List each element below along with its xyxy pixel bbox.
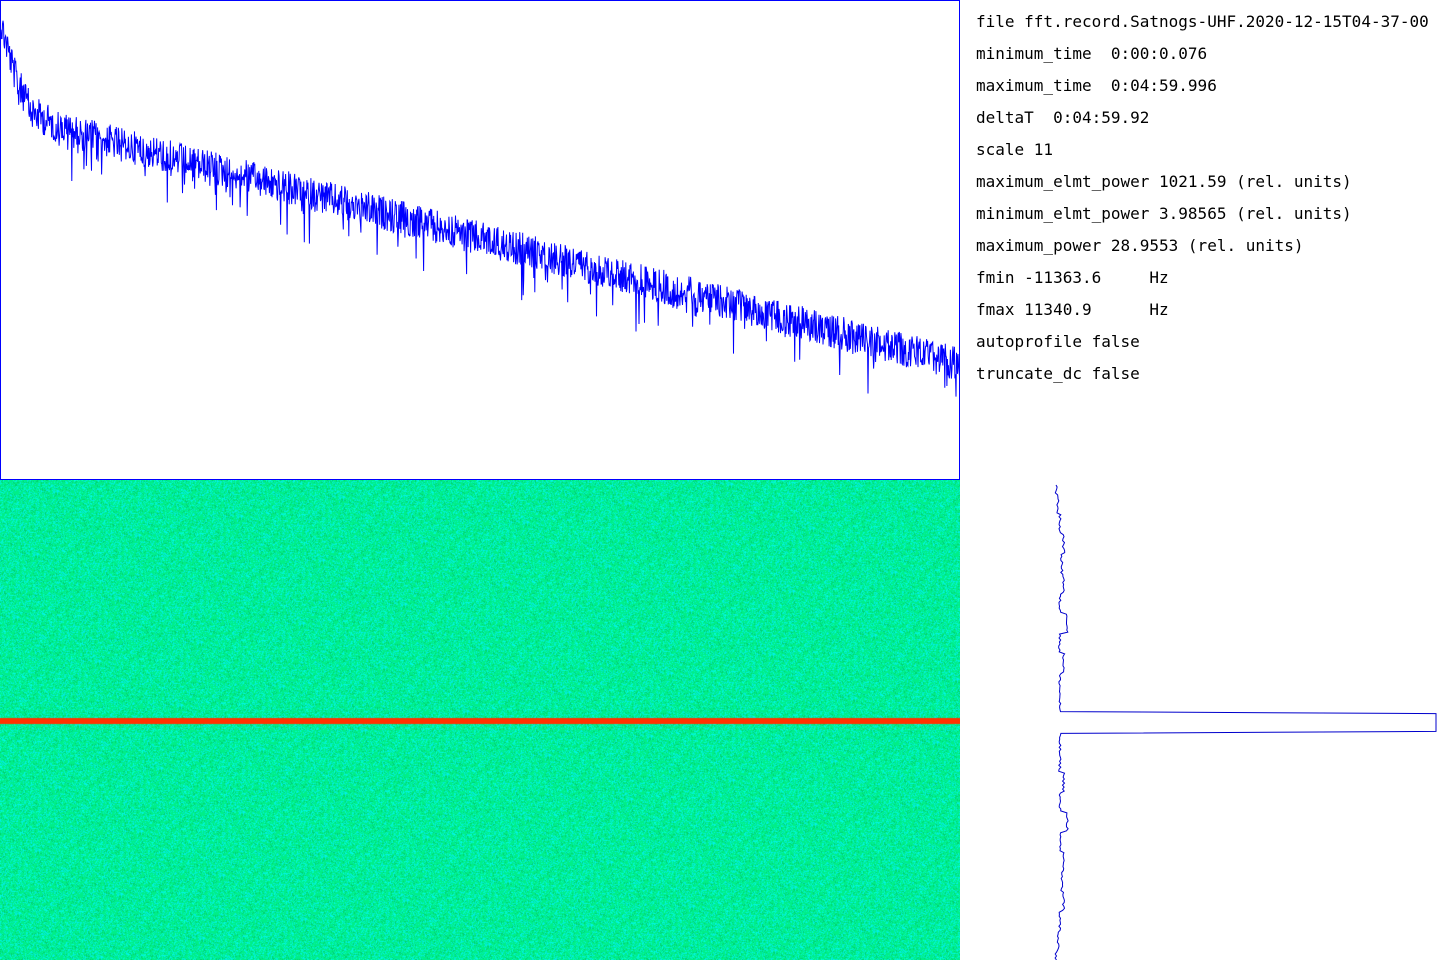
info-file: file fft.record.Satnogs-UHF.2020-12-15T0… bbox=[976, 12, 1429, 31]
spectrum-svg bbox=[0, 0, 960, 480]
profile-series-line bbox=[1054, 484, 1437, 960]
info-autoprofile: autoprofile false bbox=[976, 332, 1140, 351]
waterfall-canvas bbox=[0, 480, 960, 960]
info-truncate-dc: truncate_dc false bbox=[976, 364, 1140, 383]
info-maximum-time: maximum_time 0:04:59.996 bbox=[976, 76, 1217, 95]
spectrum-plot bbox=[0, 0, 960, 480]
info-maximum-elmt-power: maximum_elmt_power 1021.59 (rel. units) bbox=[976, 172, 1352, 191]
info-fmin: fmin -11363.6 Hz bbox=[976, 268, 1169, 287]
profile-plot bbox=[960, 480, 1440, 960]
info-minimum-elmt-power: minimum_elmt_power 3.98565 (rel. units) bbox=[976, 204, 1352, 223]
info-fmax: fmax 11340.9 Hz bbox=[976, 300, 1169, 319]
waterfall-display bbox=[0, 480, 960, 960]
spectrum-frame bbox=[0, 0, 960, 480]
info-maximum-power: maximum_power 28.9553 (rel. units) bbox=[976, 236, 1304, 255]
info-scale: scale 11 bbox=[976, 140, 1054, 159]
info-delta-t: deltaT 0:04:59.92 bbox=[976, 108, 1150, 127]
profile-svg bbox=[1054, 484, 1437, 960]
info-panel: file fft.record.Satnogs-UHF.2020-12-15T0… bbox=[976, 10, 1440, 390]
info-minimum-time: minimum_time 0:00:0.076 bbox=[976, 44, 1208, 63]
